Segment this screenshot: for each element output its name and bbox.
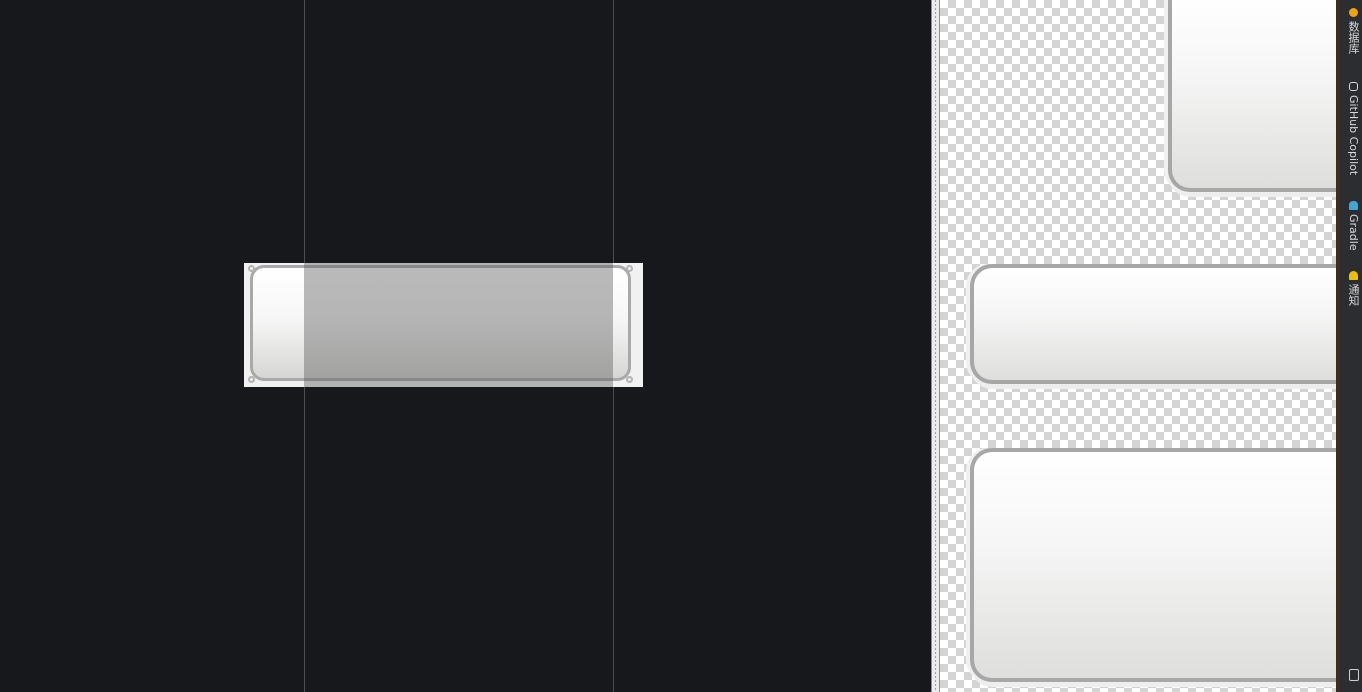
tool-gradle[interactable]: Gradle bbox=[1342, 201, 1362, 251]
preview-panel bbox=[940, 0, 1336, 692]
stretch-region-overlay bbox=[304, 263, 613, 387]
preview-button-large bbox=[970, 448, 1336, 682]
panel-splitter[interactable] bbox=[931, 0, 940, 692]
tool-github-copilot[interactable]: GitHub Copilot bbox=[1342, 82, 1362, 175]
ninepatch-image[interactable] bbox=[244, 263, 643, 387]
corner-marker bbox=[626, 376, 633, 383]
gradle-icon bbox=[1348, 201, 1358, 210]
tool-label: Gradle bbox=[1347, 214, 1360, 251]
preview-button-tall bbox=[1168, 0, 1336, 192]
preview-button-wide bbox=[970, 264, 1336, 384]
bell-icon bbox=[1348, 271, 1358, 280]
tool-label: GitHub Copilot bbox=[1347, 95, 1360, 176]
tool-window-strip: 数据库 GitHub Copilot Gradle 通知 bbox=[1336, 0, 1362, 692]
corner-marker bbox=[248, 376, 255, 383]
copilot-icon bbox=[1348, 82, 1358, 91]
tool-database[interactable]: 数据库 bbox=[1342, 8, 1362, 54]
corner-marker bbox=[626, 265, 633, 272]
terminal-icon[interactable] bbox=[1349, 669, 1359, 681]
ninepatch-editor-canvas[interactable] bbox=[0, 0, 931, 692]
tool-label: 通知 bbox=[1347, 284, 1360, 306]
database-icon bbox=[1348, 8, 1358, 17]
corner-marker bbox=[248, 265, 255, 272]
tool-label: 数据库 bbox=[1347, 21, 1360, 54]
tool-notifications[interactable]: 通知 bbox=[1342, 271, 1362, 306]
